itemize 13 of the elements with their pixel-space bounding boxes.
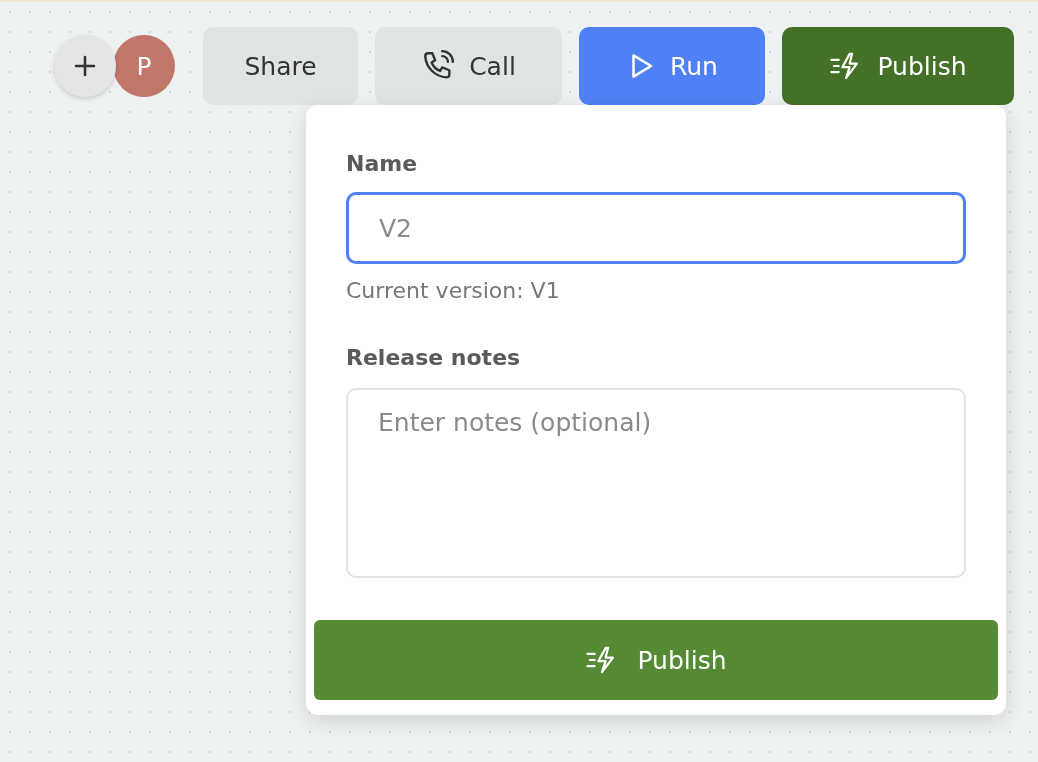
add-button[interactable] [54,35,116,97]
call-button[interactable]: Call [375,27,562,105]
name-input[interactable]: V2 [346,192,966,264]
run-button[interactable]: Run [579,27,765,105]
share-button[interactable]: Share [203,27,358,105]
publish-submit-button[interactable]: Publish [314,620,998,700]
avatar: P [113,35,175,97]
plus-icon [73,54,97,78]
release-notes-input[interactable]: Enter notes (optional) [346,388,966,578]
name-label: Name [346,151,419,176]
release-notes-label: Release notes [346,345,522,370]
current-version-text: Current version: V1 [346,278,561,303]
publish-button[interactable]: Publish [782,27,1014,105]
